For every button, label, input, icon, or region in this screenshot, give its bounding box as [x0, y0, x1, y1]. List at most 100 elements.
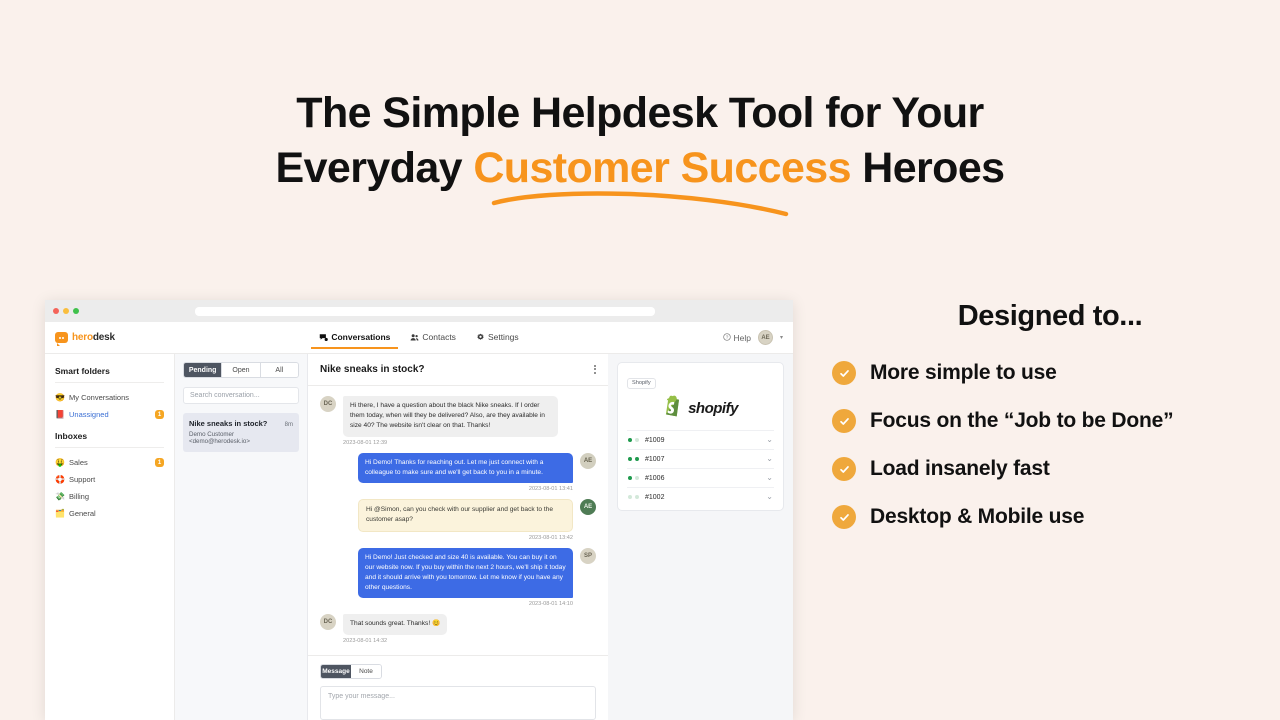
- benefit-item: Desktop & Mobile use: [832, 505, 1280, 529]
- nav-item-contacts[interactable]: Contacts: [408, 327, 458, 348]
- sidebar-heading-smart-folders: Smart folders: [55, 366, 110, 376]
- avatar: AE: [580, 452, 596, 469]
- message-row: DC That sounds great. Thanks! 😊 2023-08-…: [320, 614, 596, 644]
- message-bubble: Hi there, I have a question about the bl…: [343, 396, 558, 437]
- check-circle-icon: [832, 457, 856, 481]
- message-timestamp: 2023-08-01 13:41: [528, 486, 573, 493]
- order-id: #1002: [645, 493, 665, 501]
- message-composer: Message Note Type your message...: [308, 655, 608, 720]
- message-bubble: Hi Demo! Just checked and size 40 is ava…: [358, 547, 573, 599]
- chevron-down-icon[interactable]: ⌄: [766, 474, 773, 482]
- app-body: Smart folders 😎 My Conversations 📕 Unass…: [45, 354, 793, 720]
- gear-icon: [476, 333, 485, 342]
- order-status-dots: [628, 495, 639, 499]
- conversation-list-item[interactable]: Nike sneaks in stock? 8m Demo Customer <…: [183, 413, 299, 452]
- sidebar-item-support[interactable]: 🛟 Support: [45, 471, 174, 488]
- composer-tabs: Message Note: [320, 664, 382, 679]
- window-maximize-icon[interactable]: [73, 308, 79, 314]
- thread-header: Nike sneaks in stock?: [308, 354, 608, 386]
- chevron-down-icon[interactable]: ⌄: [766, 436, 773, 444]
- filter-tab-open[interactable]: Open: [222, 363, 261, 377]
- shopify-wordmark: shopify: [688, 400, 738, 417]
- order-row[interactable]: #1007 ⌄: [627, 449, 774, 468]
- page-title: The Simple Helpdesk Tool for Your Everyd…: [0, 86, 1280, 196]
- nav-label: Settings: [487, 332, 519, 342]
- shopify-logo: shopify: [627, 395, 774, 422]
- composer-tab-message[interactable]: Message: [321, 665, 351, 678]
- benefit-label: Load insanely fast: [870, 457, 1050, 480]
- headline-accent: Customer Success: [473, 144, 851, 193]
- conversation-time: 8m: [284, 422, 293, 428]
- message-row: Hi @Simon, can you check with our suppli…: [320, 499, 596, 541]
- internal-note-bubble: Hi @Simon, can you check with our suppli…: [358, 499, 573, 532]
- help-button[interactable]: ? Help: [722, 332, 751, 343]
- sidebar-item-label: My Conversations: [69, 393, 130, 402]
- order-status-dots: [628, 457, 639, 461]
- headline-line-2: Everyday Customer Success Heroes: [275, 141, 1006, 196]
- help-label: Help: [733, 332, 751, 343]
- message-row: DC Hi there, I have a question about the…: [320, 396, 596, 446]
- check-circle-icon: [832, 361, 856, 385]
- filter-tab-pending[interactable]: Pending: [184, 363, 223, 377]
- nav-label: Contacts: [422, 332, 456, 342]
- sidebar-item-label: General: [69, 509, 96, 518]
- slide-root: The Simple Helpdesk Tool for Your Everyd…: [0, 0, 1280, 720]
- avatar: DC: [320, 614, 336, 631]
- headline-pre: Everyday: [275, 144, 474, 193]
- message-timestamp: 2023-08-01 13:42: [528, 534, 573, 541]
- thread-title: Nike sneaks in stock?: [320, 363, 425, 375]
- sidebar-heading-inboxes: Inboxes: [55, 431, 88, 441]
- help-circle-icon: ?: [722, 332, 731, 343]
- avatar: DC: [320, 396, 336, 412]
- conversation-list-panel: Pending Open All Search conversation... …: [175, 354, 308, 720]
- integration-chip: Shopify: [627, 377, 656, 389]
- benefits-title: Designed to...: [957, 300, 1143, 332]
- lifebuoy-emoji-icon: 🛟: [55, 474, 65, 484]
- message-input[interactable]: Type your message...: [320, 686, 596, 720]
- divider: [55, 382, 164, 383]
- order-id: #1009: [645, 436, 665, 444]
- search-input[interactable]: Search conversation...: [183, 387, 299, 404]
- sidebar-item-billing[interactable]: 💸 Billing: [45, 488, 174, 505]
- order-row[interactable]: #1002 ⌄: [627, 487, 774, 506]
- folder-emoji-icon: 🗂️: [55, 508, 65, 518]
- check-circle-icon: [832, 505, 856, 529]
- benefits-panel: Designed to... More simple to use Focus …: [820, 300, 1280, 553]
- nav-item-conversations[interactable]: Conversations: [311, 327, 399, 349]
- avatar[interactable]: AE: [757, 330, 773, 345]
- window-close-icon[interactable]: [53, 308, 59, 314]
- headline-post: Heroes: [850, 144, 1005, 193]
- conversation-sender: Demo Customer <demo@herodesk.io>: [189, 431, 250, 445]
- sunglasses-emoji-icon: 😎: [55, 392, 65, 402]
- order-id: #1007: [645, 455, 665, 463]
- window-minimize-icon[interactable]: [63, 308, 69, 314]
- chevron-down-icon[interactable]: ⌄: [766, 493, 773, 501]
- message-row: Hi Demo! Thanks for reaching out. Let me…: [320, 452, 596, 493]
- benefit-label: More simple to use: [870, 361, 1057, 384]
- header-actions: ? Help AE ▾: [722, 330, 783, 345]
- message-timestamp: 2023-08-01 14:10: [528, 601, 573, 608]
- composer-tab-note[interactable]: Note: [351, 665, 381, 678]
- nav-item-settings[interactable]: Settings: [474, 327, 521, 348]
- more-options-icon[interactable]: [594, 363, 596, 375]
- chevron-down-icon[interactable]: ⌄: [766, 455, 773, 463]
- chevron-down-icon[interactable]: ▾: [780, 334, 783, 341]
- conversation-subject: Nike sneaks in stock?: [189, 419, 268, 428]
- benefit-label: Focus on the “Job to be Done”: [870, 409, 1174, 432]
- address-bar[interactable]: [195, 306, 655, 316]
- sidebar-item-label: Sales: [69, 458, 88, 467]
- order-id: #1006: [645, 474, 665, 482]
- sidebar-item-my-conversations[interactable]: 😎 My Conversations: [45, 389, 174, 406]
- sidebar-item-unassigned[interactable]: 📕 Unassigned 1: [45, 406, 174, 423]
- sidebar-item-sales[interactable]: 🤑 Sales 1: [45, 454, 174, 471]
- order-status-dots: [628, 476, 639, 480]
- message-timestamp: 2023-08-01 12:39: [343, 439, 388, 446]
- filter-tab-all[interactable]: All: [260, 363, 298, 377]
- sidebar-item-general[interactable]: 🗂️ General: [45, 505, 174, 522]
- order-row[interactable]: #1006 ⌄: [627, 468, 774, 487]
- order-row[interactable]: #1009 ⌄: [627, 430, 774, 449]
- nav-label: Conversations: [331, 332, 391, 342]
- unread-badge: 1: [155, 458, 164, 467]
- benefit-item: Load insanely fast: [832, 457, 1280, 481]
- app-header: herodesk Conversations Contacts Settings…: [45, 322, 793, 354]
